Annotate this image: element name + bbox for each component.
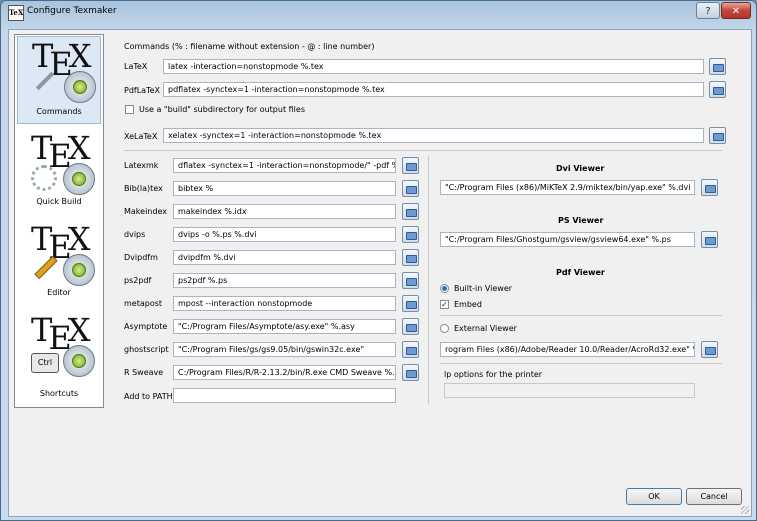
editor-icon: TEX [31,222,95,286]
asymptote-browse-button[interactable] [402,318,419,335]
ps-viewer-field[interactable]: "C:/Program Files/Ghostgum/gsview/gsview… [440,232,695,247]
pdflatex-label: PdfLaTeX [124,86,161,95]
title-bar[interactable]: TeX Configure Texmaker ? ✕ [1,1,756,23]
cancel-button[interactable]: Cancel [686,488,742,505]
latexmk-browse-button[interactable] [402,157,419,174]
bibtex-browse-button[interactable] [402,180,419,197]
add-to-path-label: Add to PATH [124,392,173,401]
ps-viewer-browse-button[interactable] [701,231,718,248]
metapost-browse-button[interactable] [402,295,419,312]
pdf-viewer-browse-button[interactable] [701,341,718,358]
divider [440,315,722,316]
pdf-viewer-field[interactable]: rogram Files (x86)/Adobe/Reader 10.0/Rea… [440,342,695,357]
gear-icon [63,345,95,377]
bibtex-label: Bib(la)tex [124,184,163,193]
help-button[interactable]: ? [696,2,720,19]
asymptote-label: Asymptote [124,322,168,331]
divider [124,150,722,151]
dvips-label: dvips [124,230,146,239]
gear-icon [63,163,95,195]
ps-viewer-title: PS Viewer [558,216,604,225]
dvips-field[interactable]: dvips -o %.ps %.dvi [173,227,396,242]
build-subdirectory-label: Use a "build" subdirectory for output fi… [139,105,305,114]
dvi-viewer-browse-button[interactable] [701,179,718,196]
ok-button[interactable]: OK [626,488,682,505]
sidebar-item-quick-build[interactable]: TEX Quick Build [17,129,101,217]
metapost-field[interactable]: mpost --interaction nonstopmode [173,296,396,311]
embed-checkbox[interactable]: ✓ [440,300,449,309]
sidebar-item-label: Commands [36,107,82,116]
commands-header: Commands (% : filename without extension… [124,42,375,51]
commands-icon: TEX [32,39,96,103]
bibtex-field[interactable]: bibtex % [173,181,396,196]
column-divider [428,156,429,404]
printer-options-field[interactable] [444,383,695,398]
quick-build-icon: TEX [31,131,95,195]
external-viewer-label: External Viewer [454,324,517,333]
build-subdirectory-checkbox[interactable] [125,105,134,114]
latexmk-label: Latexmk [124,161,159,170]
tex-logo: TEX [31,129,91,175]
dvipdfm-label: Dvipdfm [124,253,158,262]
texmaker-app-icon: TeX [8,5,24,21]
sidebar-item-commands[interactable]: TEX Commands [17,36,101,124]
dvipdfm-field[interactable]: dvipdfm %.dvi [173,250,396,265]
printer-options-label: lp options for the printer [444,370,543,379]
rsweave-field[interactable]: C:/Program Files/R/R-2.13.2/bin/R.exe CM… [173,365,396,380]
metapost-label: metapost [124,299,163,308]
latex-label: LaTeX [124,62,148,71]
latex-field[interactable]: latex -interaction=nonstopmode %.tex [163,59,704,74]
asymptote-field[interactable]: "C:/Program Files/Asymptote/asy.exe" %.a… [173,319,396,334]
tex-logo: TEX [31,220,91,266]
makeindex-browse-button[interactable] [402,203,419,220]
makeindex-label: Makeindex [124,207,167,216]
makeindex-field[interactable]: makeindex %.idx [173,204,396,219]
sidebar-item-shortcuts[interactable]: TEX Ctrl Shortcuts [17,311,101,399]
pencil-icon [34,255,58,280]
sidebar-item-label: Shortcuts [39,389,79,398]
add-to-path-field[interactable] [173,388,396,403]
dialog-content: TEX Commands TEX Quick Build TEX Editor … [8,29,752,517]
dvi-viewer-field[interactable]: "C:/Program Files (x86)/MiKTeX 2.9/mikte… [440,180,695,195]
external-viewer-radio[interactable] [440,324,449,333]
xelatex-field[interactable]: xelatex -synctex=1 -interaction=nonstopm… [163,128,704,143]
configure-dialog: TeX Configure Texmaker ? ✕ TEX Commands … [0,0,757,521]
divider [440,363,722,364]
cog-icon [31,165,57,191]
xelatex-label: XeLaTeX [124,132,158,141]
gear-icon [63,254,95,286]
gear-icon [64,71,96,103]
ps2pdf-label: ps2pdf [124,276,152,285]
pdflatex-field[interactable]: pdflatex -synctex=1 -interaction=nonstop… [163,82,704,97]
resize-grip[interactable] [741,506,749,514]
ghostscript-label: ghostscript [124,345,169,354]
sidebar-item-label: Editor [47,288,71,297]
close-button[interactable]: ✕ [721,2,751,19]
sidebar: TEX Commands TEX Quick Build TEX Editor … [14,34,104,408]
ghostscript-browse-button[interactable] [402,341,419,358]
ps2pdf-browse-button[interactable] [402,272,419,289]
builtin-viewer-label: Built-in Viewer [454,284,513,293]
dvipdfm-browse-button[interactable] [402,249,419,266]
latex-browse-button[interactable] [709,58,726,75]
sidebar-item-editor[interactable]: TEX Editor [17,220,101,308]
dvips-browse-button[interactable] [402,226,419,243]
embed-label: Embed [454,300,482,309]
pdflatex-browse-button[interactable] [709,81,726,98]
ghostscript-field[interactable]: "C:/Program Files/gs/gs9.05/bin/gswin32c… [173,342,396,357]
latexmk-field[interactable]: dflatex -synctex=1 -interaction=nonstopm… [173,158,396,173]
sidebar-item-label: Quick Build [36,197,82,206]
window-title: Configure Texmaker [27,6,117,16]
tex-logo: TEX [32,37,92,83]
pdf-viewer-title: Pdf Viewer [556,268,605,277]
shortcuts-icon: TEX Ctrl [31,313,95,377]
rsweave-label: R Sweave [124,368,164,377]
builtin-viewer-radio[interactable] [440,284,449,293]
rsweave-browse-button[interactable] [402,364,419,381]
dvi-viewer-title: Dvi Viewer [556,164,605,173]
xelatex-browse-button[interactable] [709,127,726,144]
ctrl-key-icon: Ctrl [31,353,59,373]
tex-logo: TEX [31,311,91,357]
ps2pdf-field[interactable]: ps2pdf %.ps [173,273,396,288]
